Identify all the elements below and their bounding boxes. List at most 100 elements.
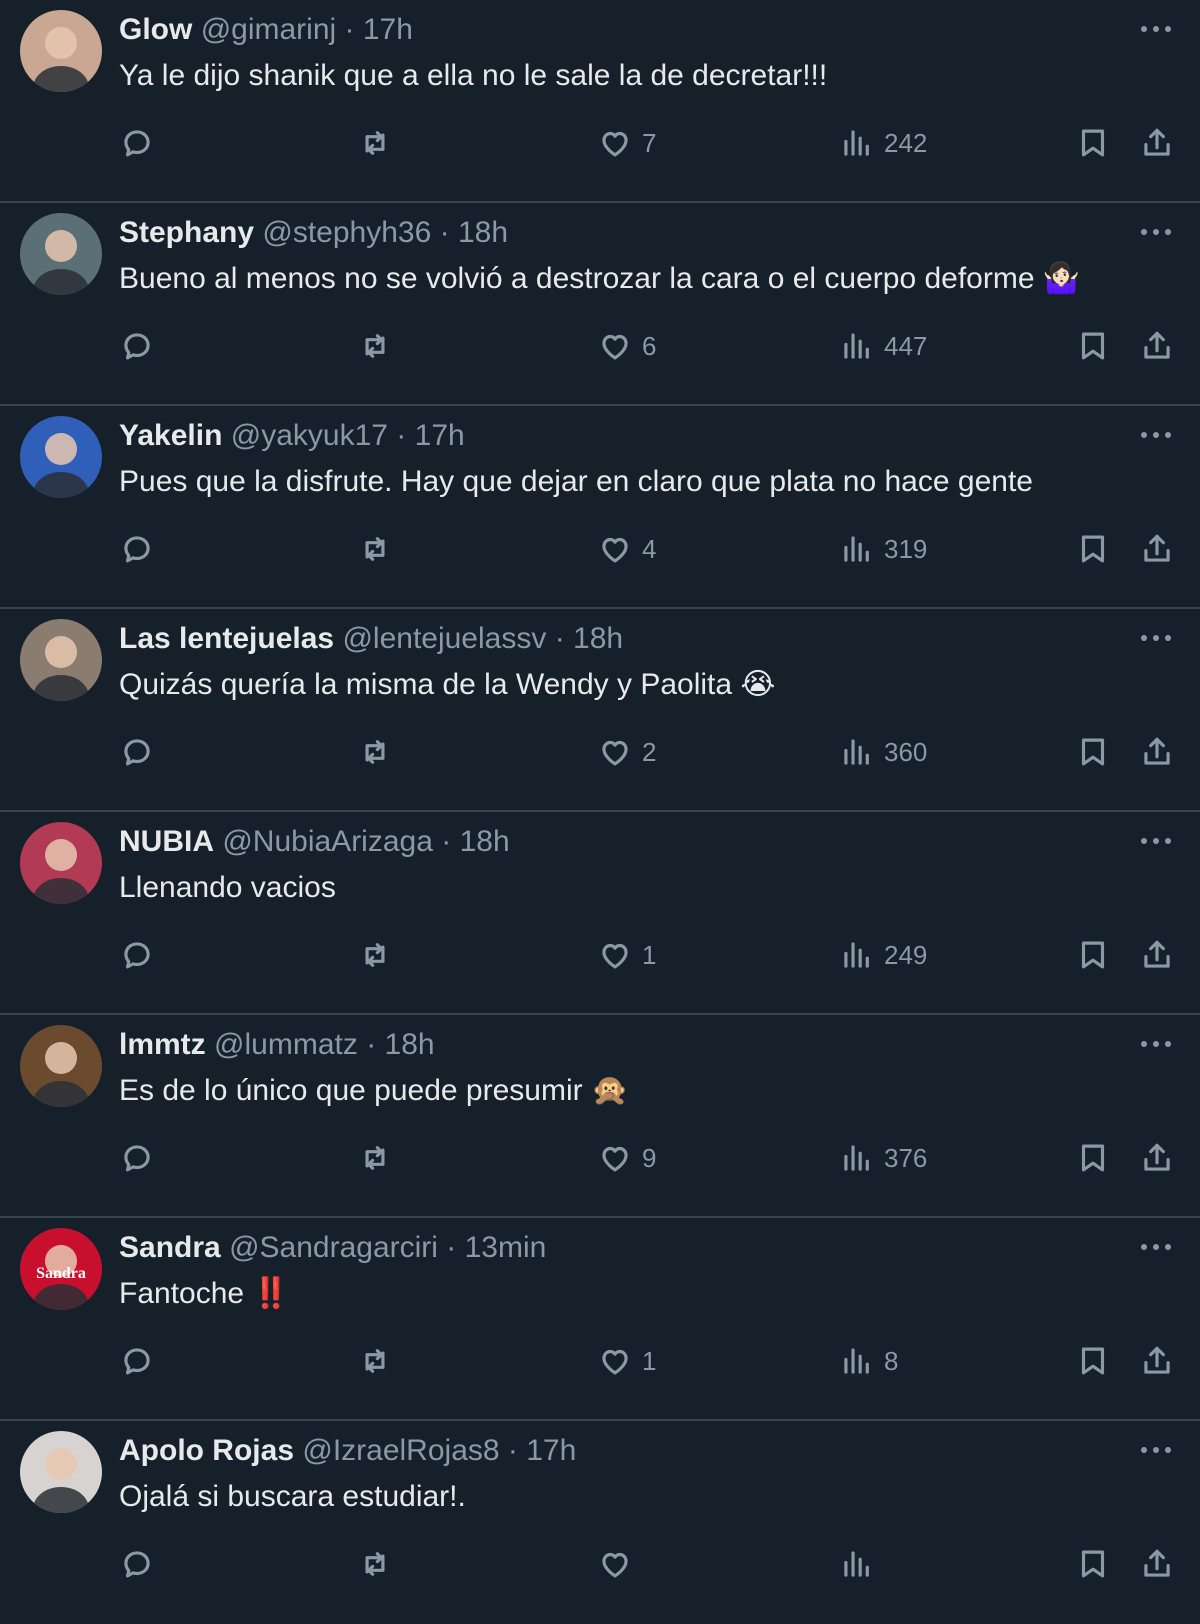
like-button[interactable]: 9 [596,1133,656,1183]
timestamp[interactable]: 18h [458,216,508,249]
tweet-7[interactable]: Sandra Sandra @Sandragarciri · 13min Fan… [0,1218,1200,1421]
share-button[interactable] [1138,930,1176,980]
display-name[interactable]: Stephany [119,216,254,249]
views-button[interactable]: 249 [838,930,927,980]
reply-button[interactable] [118,321,156,371]
more-options-button[interactable] [1136,14,1176,44]
views-button[interactable] [838,1539,884,1589]
timestamp[interactable]: 18h [460,825,510,858]
display-name[interactable]: NUBIA [119,825,214,858]
more-options-button[interactable] [1136,217,1176,247]
more-options-button[interactable] [1136,1435,1176,1465]
reply-button[interactable] [118,1133,156,1183]
display-name[interactable]: Yakelin [119,419,222,452]
views-button[interactable]: 242 [838,118,927,168]
retweet-button[interactable] [356,930,394,980]
display-name[interactable]: Sandra [119,1231,221,1264]
username-handle[interactable]: @IzraelRojas8 [302,1434,499,1467]
tweet-actions: 1 8 [0,1336,1200,1386]
avatar[interactable] [20,416,102,498]
avatar[interactable] [20,213,102,295]
reply-button[interactable] [118,524,156,574]
reply-button[interactable] [118,1336,156,1386]
retweet-button[interactable] [356,1539,394,1589]
tweet-8[interactable]: Apolo Rojas @IzraelRojas8 · 17h Ojalá si… [0,1421,1200,1624]
views-button[interactable]: 447 [838,321,927,371]
views-button[interactable]: 8 [838,1336,898,1386]
retweet-button[interactable] [356,321,394,371]
avatar[interactable] [20,1025,102,1107]
username-handle[interactable]: @lentejuelassv [342,622,546,655]
username-handle[interactable]: @yakyuk17 [231,419,388,452]
reply-button[interactable] [118,118,156,168]
username-handle[interactable]: @NubiaArizaga [222,825,433,858]
bookmark-button[interactable] [1074,321,1112,371]
avatar[interactable] [20,822,102,904]
like-button[interactable]: 2 [596,727,656,777]
bookmark-button[interactable] [1074,1539,1112,1589]
retweet-button[interactable] [356,118,394,168]
bookmark-button[interactable] [1074,524,1112,574]
tweet-1[interactable]: Glow @gimarinj · 17h Ya le dijo shanik q… [0,0,1200,203]
avatar[interactable] [20,619,102,701]
avatar[interactable]: Sandra [20,1228,102,1310]
avatar[interactable] [20,1431,102,1513]
like-button[interactable]: 4 [596,524,656,574]
share-button[interactable] [1138,1539,1176,1589]
share-button[interactable] [1138,321,1176,371]
like-button[interactable] [596,1539,642,1589]
share-button[interactable] [1138,1336,1176,1386]
retweet-button[interactable] [356,524,394,574]
reply-button[interactable] [118,930,156,980]
bookmark-button[interactable] [1074,1133,1112,1183]
share-button[interactable] [1138,1133,1176,1183]
timestamp[interactable]: 17h [363,13,413,46]
timestamp[interactable]: 13min [465,1231,547,1264]
timestamp[interactable]: 18h [385,1028,435,1061]
like-button[interactable]: 1 [596,1336,656,1386]
display-name[interactable]: Apolo Rojas [119,1434,294,1467]
tweet-5[interactable]: NUBIA @NubiaArizaga · 18h Llenando vacio… [0,812,1200,1015]
share-button[interactable] [1138,727,1176,777]
timestamp[interactable]: 18h [573,622,623,655]
username-handle[interactable]: @gimarinj [201,13,336,46]
retweet-button[interactable] [356,1133,394,1183]
views-button[interactable]: 376 [838,1133,927,1183]
timestamp[interactable]: 17h [415,419,465,452]
share-button[interactable] [1138,118,1176,168]
display-name[interactable]: Glow [119,13,192,46]
tweet-4[interactable]: Las lentejuelas @lentejuelassv · 18h Qui… [0,609,1200,812]
views-button[interactable]: 360 [838,727,927,777]
reply-button[interactable] [118,1539,156,1589]
bookmark-button[interactable] [1074,727,1112,777]
more-options-button[interactable] [1136,623,1176,653]
retweet-button[interactable] [356,727,394,777]
more-options-button[interactable] [1136,420,1176,450]
tweet-3[interactable]: Yakelin @yakyuk17 · 17h Pues que la disf… [0,406,1200,609]
username-handle[interactable]: @Sandragarciri [229,1231,438,1264]
retweet-button[interactable] [356,1336,394,1386]
reply-button[interactable] [118,727,156,777]
more-options-button[interactable] [1136,1029,1176,1059]
timestamp[interactable]: 17h [526,1434,576,1467]
share-button[interactable] [1138,524,1176,574]
more-options-button[interactable] [1136,1232,1176,1262]
like-count: 1 [642,939,657,970]
bookmark-button[interactable] [1074,930,1112,980]
share-icon [1144,737,1170,765]
more-options-button[interactable] [1136,826,1176,856]
like-button[interactable]: 7 [596,118,656,168]
like-button[interactable]: 1 [596,930,656,980]
display-name[interactable]: lmmtz [119,1028,206,1061]
views-button[interactable]: 319 [838,524,927,574]
username-handle[interactable]: @lummatz [214,1028,358,1061]
display-name[interactable]: Las lentejuelas [119,622,334,655]
username-handle[interactable]: @stephyh36 [262,216,431,249]
tweet-6[interactable]: lmmtz @lummatz · 18h Es de lo único que … [0,1015,1200,1218]
tweet-2[interactable]: Stephany @stephyh36 · 18h Bueno al menos… [0,203,1200,406]
separator-dot: · [441,825,452,858]
bookmark-button[interactable] [1074,1336,1112,1386]
bookmark-button[interactable] [1074,118,1112,168]
avatar[interactable] [20,10,102,92]
like-button[interactable]: 6 [596,321,656,371]
